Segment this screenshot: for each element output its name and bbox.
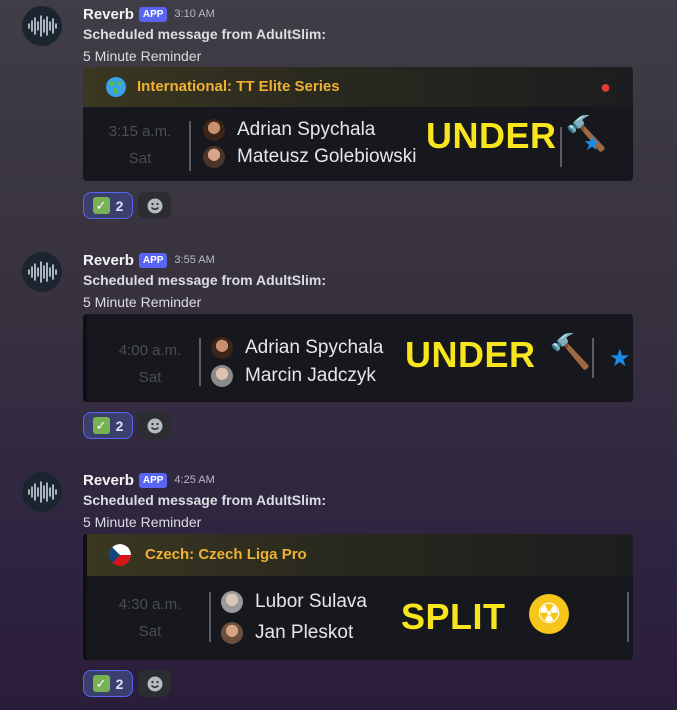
avatar[interactable]: [22, 252, 62, 292]
player-1: Adrian Spychala: [211, 337, 383, 359]
avatar[interactable]: [22, 472, 62, 512]
match-time: 3:15 a.m.: [108, 123, 172, 140]
match-time-block: 3:15 a.m. Sat: [95, 123, 185, 167]
reminder-text: 5 Minute Reminder: [83, 48, 202, 64]
divider: [560, 127, 562, 167]
reminder-text: 5 Minute Reminder: [83, 514, 202, 530]
verdict: SPLIT: [401, 596, 506, 637]
match-time-block: 4:30 a.m. Sat: [105, 596, 195, 640]
league-name: Czech: Czech Liga Pro: [145, 546, 307, 563]
player-1: Adrian Spychala: [203, 119, 375, 141]
player-2: Jan Pleskot: [221, 622, 353, 644]
match-day: Sat: [138, 623, 162, 640]
smiley-icon: [147, 418, 162, 433]
match-embed: 4:00 a.m. Sat Adrian Spychala Marcin Jad…: [83, 314, 633, 402]
player-name: Marcin Jadczyk: [245, 365, 376, 386]
check-icon: ✓: [92, 197, 110, 214]
check-reaction[interactable]: ✓ 2: [83, 412, 133, 439]
divider: [189, 121, 191, 171]
reminder-text: 5 Minute Reminder: [83, 294, 202, 310]
check-reaction[interactable]: ✓ 2: [83, 670, 133, 697]
reaction-count: 2: [115, 417, 124, 434]
reaction-count: 2: [115, 675, 124, 692]
add-reaction-button[interactable]: [138, 670, 171, 697]
player-name: Adrian Spychala: [245, 337, 384, 358]
match-time: 4:00 a.m.: [118, 342, 182, 359]
verdict: UNDER: [426, 115, 557, 156]
player-avatar: [221, 591, 243, 613]
match-day: Sat: [138, 369, 162, 386]
player-avatar: [203, 119, 225, 141]
reactions: ✓ 2: [83, 412, 171, 439]
scheduled-label: Scheduled message from AdultSlim:: [83, 26, 326, 42]
embed-header: Czech: Czech Liga Pro: [87, 534, 633, 576]
match-time-block: 4:00 a.m. Sat: [105, 342, 195, 386]
divider: [199, 338, 201, 386]
scheduled-label: Scheduled message from AdultSlim:: [83, 492, 326, 508]
player-avatar: [203, 146, 225, 168]
globe-icon: [106, 77, 126, 97]
username[interactable]: Reverb: [83, 252, 134, 269]
hammer-icon: 🔨: [549, 333, 592, 371]
check-icon: ✓: [92, 675, 110, 692]
player-2: Marcin Jadczyk: [211, 365, 376, 387]
star-icon: ★: [609, 345, 631, 372]
soundwave-icon: [28, 15, 57, 37]
app-badge: APP: [138, 472, 168, 488]
player-name: Mateusz Golebiowski: [237, 146, 417, 167]
reactions: ✓ 2: [83, 192, 171, 219]
timestamp: 4:25 AM: [174, 474, 215, 486]
reaction-count: 2: [115, 197, 124, 214]
match-time: 4:30 a.m.: [118, 596, 182, 613]
timestamp: 3:55 AM: [174, 254, 215, 266]
scheduled-label: Scheduled message from AdultSlim:: [83, 272, 326, 288]
czech-flag-icon: [109, 544, 131, 566]
ping-pong-icon: ●: [600, 77, 611, 97]
star-icon: ★: [583, 133, 601, 155]
add-reaction-button[interactable]: [138, 412, 171, 439]
player-1: Lubor Sulava: [221, 591, 367, 613]
player-name: Lubor Sulava: [255, 591, 367, 612]
smiley-icon: [147, 198, 162, 213]
player-2: Mateusz Golebiowski: [203, 146, 417, 168]
smiley-icon: [147, 676, 162, 691]
match-day: Sat: [128, 150, 152, 167]
player-name: Adrian Spychala: [237, 119, 376, 140]
soundwave-icon: [28, 481, 57, 503]
divider: [592, 338, 594, 378]
check-icon: ✓: [92, 417, 110, 434]
divider: [627, 592, 629, 642]
reactions: ✓ 2: [83, 670, 171, 697]
player-avatar: [211, 365, 233, 387]
verdict: UNDER: [405, 334, 536, 375]
league-name: International: TT Elite Series: [137, 78, 340, 95]
soundwave-icon: [28, 261, 57, 283]
username[interactable]: Reverb: [83, 472, 134, 489]
app-badge: APP: [138, 6, 168, 22]
match-embed: Czech: Czech Liga Pro 4:30 a.m. Sat Lubo…: [83, 534, 633, 660]
player-avatar: [221, 622, 243, 644]
player-avatar: [211, 337, 233, 359]
player-name: Jan Pleskot: [255, 622, 354, 643]
add-reaction-button[interactable]: [138, 192, 171, 219]
timestamp: 3:10 AM: [174, 8, 215, 20]
avatar[interactable]: [22, 6, 62, 46]
embed-header: International: TT Elite Series ●: [83, 67, 633, 107]
app-badge: APP: [138, 252, 168, 268]
match-embed: International: TT Elite Series ● 3:15 a.…: [83, 67, 633, 181]
username[interactable]: Reverb: [83, 6, 134, 23]
check-reaction[interactable]: ✓ 2: [83, 192, 133, 219]
radioactive-icon: ☢: [529, 594, 569, 634]
divider: [209, 592, 211, 642]
